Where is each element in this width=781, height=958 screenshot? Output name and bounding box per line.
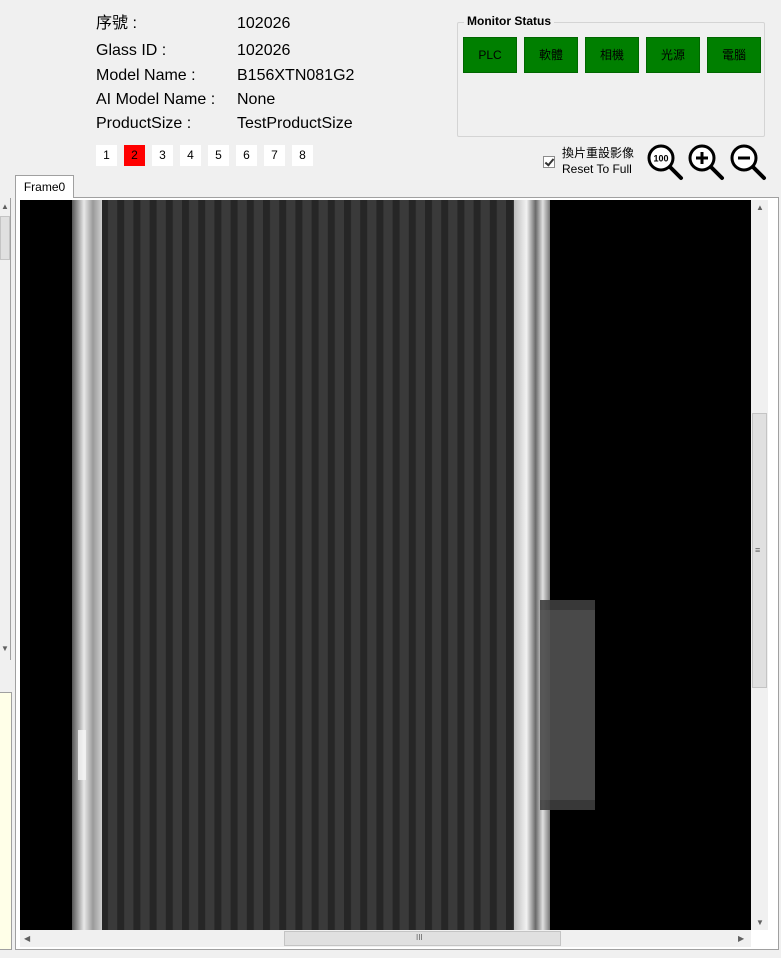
status-software[interactable]: 軟體 [524, 37, 578, 73]
zoom-100-icon[interactable]: 100 [646, 143, 684, 181]
glass-id-value: 102026 [237, 42, 291, 59]
ai-model-name-label: AI Model Name : [96, 91, 216, 108]
page-button-5[interactable]: 5 [208, 145, 229, 166]
glass-id-label: Glass ID : [96, 42, 167, 59]
left-scroll-thumb[interactable] [0, 216, 10, 260]
zoom-100-label: 100 [653, 154, 668, 164]
model-name-value: B156XTN081G2 [237, 67, 355, 84]
left-log-panel [0, 692, 12, 950]
page-button-4[interactable]: 4 [180, 145, 201, 166]
vscroll-grip: ≡ [755, 545, 761, 555]
reset-label-zh[interactable]: 換片重設影像 [562, 146, 634, 160]
product-size-value: TestProductSize [237, 115, 353, 132]
serial-value: 102026 [237, 15, 291, 32]
ai-model-name-value: None [237, 91, 276, 108]
tab-frame0[interactable]: Frame0 [15, 175, 74, 198]
product-size-label: ProductSize : [96, 115, 192, 132]
page-button-1[interactable]: 1 [96, 145, 117, 166]
model-name-label: Model Name : [96, 67, 196, 84]
inspection-image[interactable] [20, 200, 751, 930]
zoom-out-icon[interactable] [729, 143, 767, 181]
zoom-in-icon[interactable] [687, 143, 725, 181]
status-plc[interactable]: PLC [463, 37, 517, 73]
status-computer[interactable]: 電腦 [707, 37, 761, 73]
page-button-2[interactable]: 2 [124, 145, 145, 166]
status-camera[interactable]: 相機 [585, 37, 639, 73]
status-light[interactable]: 光源 [646, 37, 700, 73]
page-button-6[interactable]: 6 [236, 145, 257, 166]
vscroll-down-arrow[interactable]: ▼ [756, 918, 764, 928]
vscroll-up-arrow[interactable]: ▲ [756, 203, 764, 213]
page-button-8[interactable]: 8 [292, 145, 313, 166]
left-scroll-up-arrow[interactable]: ▲ [1, 202, 9, 212]
glass-panel-image [20, 200, 751, 930]
page-button-7[interactable]: 7 [264, 145, 285, 166]
page-button-3[interactable]: 3 [152, 145, 173, 166]
hscroll-grip: III [416, 933, 423, 942]
hscroll-left-arrow[interactable]: ◀ [24, 934, 30, 944]
hscroll-right-arrow[interactable]: ▶ [738, 934, 744, 944]
left-scroll-down-arrow[interactable]: ▼ [1, 644, 9, 654]
reset-to-full-checkbox[interactable] [543, 156, 555, 168]
monitor-status-title: Monitor Status [464, 13, 554, 29]
left-scrollbar[interactable] [0, 198, 11, 660]
serial-label: 序號 : [96, 15, 137, 32]
reset-label-en[interactable]: Reset To Full [562, 162, 632, 176]
